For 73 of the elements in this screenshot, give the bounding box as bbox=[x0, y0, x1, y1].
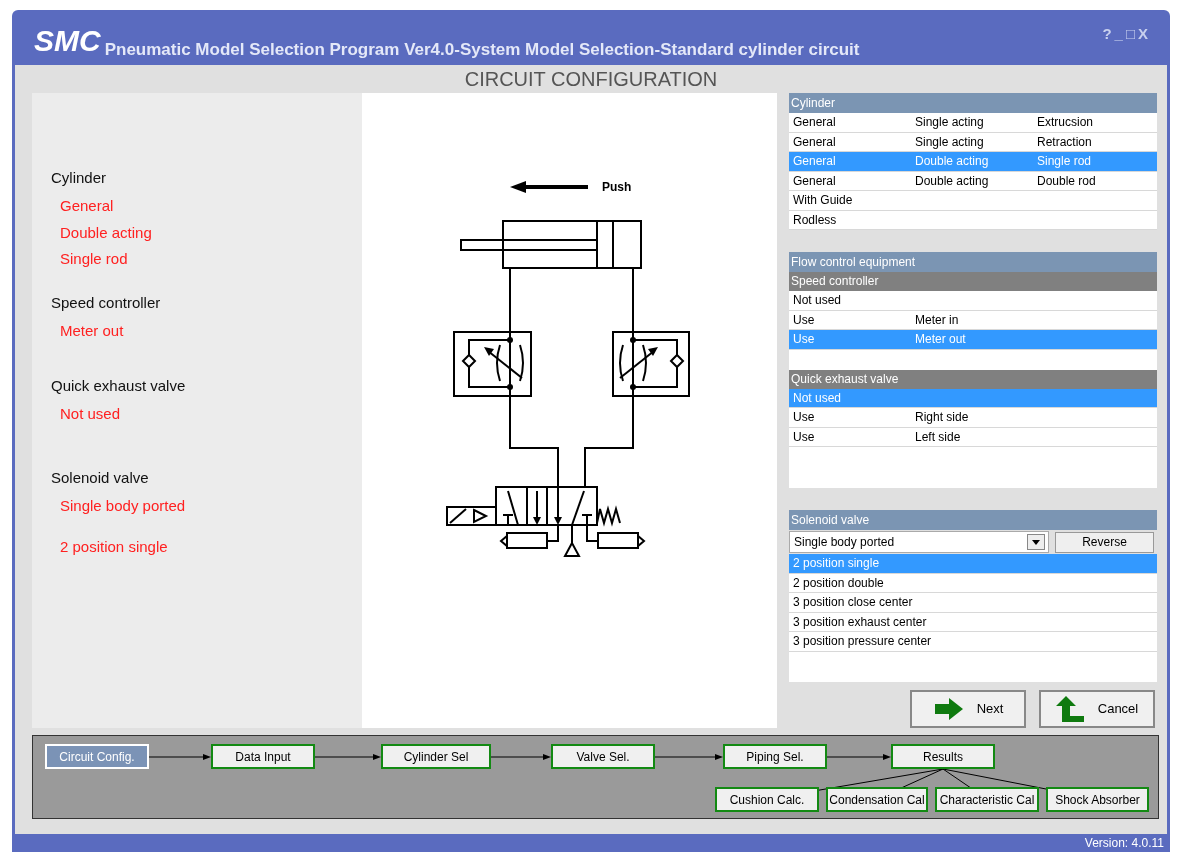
list-cell-text: Single rod bbox=[1036, 155, 1093, 168]
next-button[interactable]: Next bbox=[910, 690, 1026, 728]
connector-arrow bbox=[314, 754, 381, 760]
list-header: Flow control equipment bbox=[789, 252, 1157, 272]
list-cell-text: Retraction bbox=[1036, 135, 1093, 148]
list-cell-text: General bbox=[792, 155, 837, 168]
workflow-step[interactable]: Data Input bbox=[211, 744, 315, 769]
list-cell-text: Single acting bbox=[914, 135, 985, 148]
page-heading: CIRCUIT CONFIGURATION bbox=[463, 67, 719, 92]
workflow-step[interactable]: Cylinder Sel bbox=[381, 744, 491, 769]
summary-label: Quick exhaust valve bbox=[51, 376, 187, 395]
direction-label: Push bbox=[602, 180, 632, 194]
list-cell-text: Left side bbox=[914, 430, 962, 443]
summary-label: Cylinder bbox=[51, 168, 108, 187]
list-cell-text: Double acting bbox=[914, 155, 990, 168]
workflow-step[interactable]: Valve Sel. bbox=[551, 744, 655, 769]
version-label: Version: 4.0.11 bbox=[1084, 835, 1164, 852]
list-cell-text: 2 position double bbox=[792, 576, 885, 589]
summary-value: Meter out bbox=[60, 320, 125, 341]
summary-value: General bbox=[60, 196, 115, 216]
list-cell-text: 2 position single bbox=[792, 557, 881, 570]
list-cell-text: Use bbox=[792, 313, 816, 326]
list-cell-text: Rodless bbox=[792, 213, 838, 226]
workflow-step[interactable]: Condensation Cal bbox=[826, 787, 928, 812]
summary-value: Not used bbox=[60, 404, 122, 424]
workflow-step[interactable]: Characteristic Cal bbox=[935, 787, 1039, 812]
list-cell-text: Use bbox=[792, 430, 816, 443]
group-header: Quick exhaust valve bbox=[789, 369, 1157, 389]
summary-label: Solenoid valve bbox=[51, 467, 150, 487]
list-cell-text: Double acting bbox=[914, 174, 990, 187]
summary-value: Double acting bbox=[60, 222, 153, 243]
window-control[interactable]: _ bbox=[1114, 26, 1123, 41]
list-cell-text: Use bbox=[792, 333, 816, 346]
list-cell-text: With Guide bbox=[792, 194, 854, 207]
connector-arrow bbox=[654, 754, 723, 760]
list-header: Cylinder bbox=[789, 93, 1157, 113]
list-cell-text: Extrucsion bbox=[1036, 116, 1095, 129]
list-cell-text: Not used bbox=[792, 294, 843, 307]
right-arrow-icon bbox=[932, 698, 965, 720]
list-cell-text: General bbox=[792, 174, 837, 187]
summary-value: Single rod bbox=[60, 249, 129, 269]
reverse-button[interactable]: Reverse bbox=[1055, 531, 1154, 553]
dropdown-caret-icon bbox=[1027, 534, 1045, 550]
list-cell-text: General bbox=[792, 116, 837, 129]
connector-arrow bbox=[490, 754, 551, 760]
summary-value: 2 position single bbox=[60, 537, 169, 557]
group-header: Speed controller bbox=[789, 272, 1157, 291]
summary-label: Speed controller bbox=[51, 292, 162, 312]
workflow-step[interactable]: Results bbox=[891, 744, 995, 769]
list-cell-text: 3 position exhaust center bbox=[792, 615, 927, 628]
cancel-button[interactable]: Cancel bbox=[1039, 690, 1155, 728]
connector-arrow bbox=[149, 754, 211, 760]
workflow-step[interactable]: Cushion Calc. bbox=[715, 787, 819, 812]
brand-logo: SMC bbox=[34, 26, 101, 56]
list-cell-text: Double rod bbox=[1036, 174, 1097, 187]
summary-value: Single body ported bbox=[60, 495, 187, 516]
workflow-step[interactable]: Piping Sel. bbox=[723, 744, 827, 769]
connector-arrow bbox=[826, 754, 891, 760]
list-cell-text: General bbox=[792, 135, 837, 148]
return-arrow-icon bbox=[1055, 696, 1086, 722]
list-cell-text: Not used bbox=[792, 391, 843, 404]
list-cell-text: 3 position pressure center bbox=[792, 635, 932, 648]
list-cell-text: Right side bbox=[914, 411, 970, 424]
list-cell-text: Meter in bbox=[914, 313, 960, 326]
valve-type-dropdown[interactable]: Single body ported bbox=[789, 531, 1049, 553]
window-title: Pneumatic Model Selection Program Ver4.0-System Model Selection-Standard cylinder circuit bbox=[104, 39, 860, 61]
list-header: Solenoid valve bbox=[789, 510, 1157, 530]
push-arrow-icon bbox=[510, 181, 588, 193]
list-cell-text: Single acting bbox=[914, 116, 985, 129]
list-cell-text: Use bbox=[792, 411, 816, 424]
list-cell-text: Meter out bbox=[914, 333, 967, 346]
list-cell-text: 3 position close center bbox=[792, 596, 913, 609]
workflow-step[interactable]: Shock Absorber bbox=[1046, 787, 1149, 812]
